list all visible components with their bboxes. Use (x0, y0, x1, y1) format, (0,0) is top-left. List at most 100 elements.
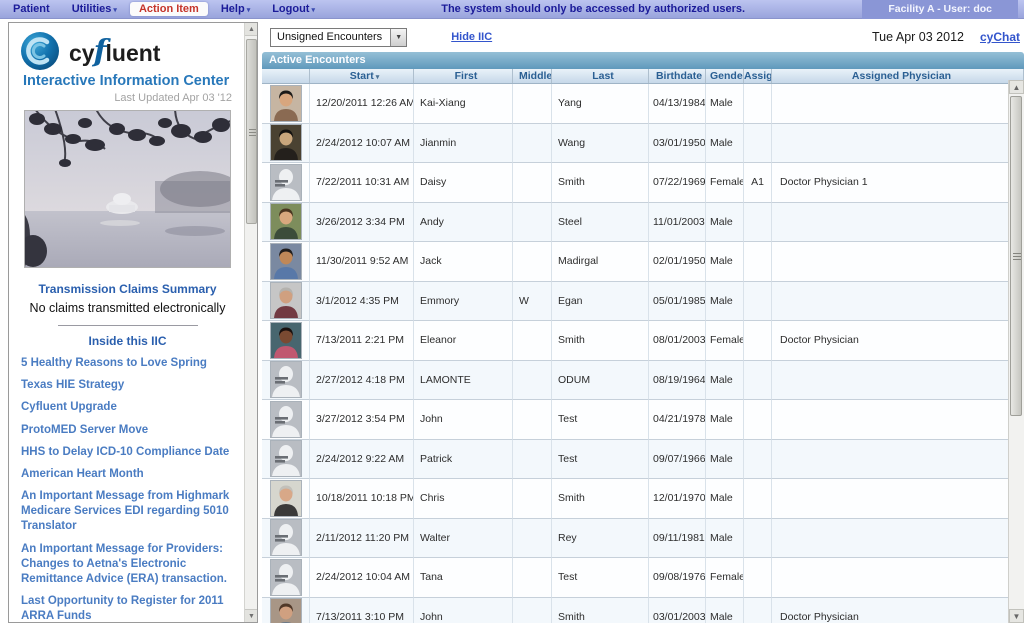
menu-item-action-item[interactable]: Action Item (130, 2, 208, 16)
cell-gender: Male (706, 242, 744, 282)
cell-first: Chris (414, 479, 513, 519)
cell-middle (513, 124, 552, 164)
table-row[interactable]: 2/27/2012 4:18 PMLAMONTEODUM08/19/1964Ma… (262, 361, 1008, 401)
cell-middle (513, 400, 552, 440)
cell-birthdate: 03/01/1950 (649, 124, 706, 164)
encounters-panel: Unsigned Encounters ▼ Hide IIC Tue Apr 0… (262, 22, 1024, 623)
cell-middle (513, 84, 552, 124)
menu-item-utilities[interactable]: Utilities▾ (63, 2, 126, 16)
cell-last: Smith (552, 321, 649, 361)
cell-middle: W (513, 282, 552, 322)
cell-gender: Male (706, 440, 744, 480)
column-header-photo[interactable] (262, 69, 310, 83)
scroll-down-icon[interactable]: ▼ (1009, 609, 1024, 623)
scrollbar-thumb[interactable] (246, 39, 257, 224)
scroll-up-icon[interactable]: ▲ (245, 23, 258, 36)
brand-name: cyfluent (69, 34, 160, 69)
sidebar-link[interactable]: ProtoMED Server Move (21, 423, 238, 438)
cell-birthdate: 05/01/1985 (649, 282, 706, 322)
active-encounters-title-bar: Active Encounters (262, 52, 1024, 69)
cell-physician (772, 84, 1008, 124)
cell-physician (772, 558, 1008, 598)
last-updated-label: Last Updated Apr 03 '12 (9, 89, 246, 110)
cell-physician: Doctor Physician 1 (772, 163, 1008, 203)
table-row[interactable]: 11/30/2011 9:52 AMJackMadirgal02/01/1950… (262, 242, 1008, 282)
facility-user-badge: Facility A - User: doc (862, 0, 1018, 19)
cell-physician (772, 242, 1008, 282)
table-row[interactable]: 7/13/2011 3:10 PMJohnSmith03/01/2003Male… (262, 598, 1008, 623)
cell-gender: Male (706, 203, 744, 243)
transmission-claims-title[interactable]: Transmission Claims Summary (9, 282, 246, 296)
column-header-birthdate[interactable]: Birthdate (649, 69, 706, 83)
cell-first: John (414, 400, 513, 440)
menu-item-help[interactable]: Help▾ (212, 2, 259, 16)
no-image-placeholder (262, 440, 310, 480)
table-header-row: Start▾FirstMiddleLastBirthdateGenderAssi… (262, 69, 1024, 84)
cell-physician (772, 400, 1008, 440)
table-row[interactable]: 3/26/2012 3:34 PMAndySteel11/01/2003Male (262, 203, 1008, 243)
patient-photo (262, 321, 310, 361)
table-row[interactable]: 7/13/2011 2:21 PMEleanorSmith08/01/2003F… (262, 321, 1008, 361)
table-row[interactable]: 3/27/2012 3:54 PMJohnTest04/21/1978Male (262, 400, 1008, 440)
cell-physician (772, 124, 1008, 164)
sidebar-scrollbar[interactable]: ▲ ▼ (244, 23, 257, 622)
table-row[interactable]: 2/11/2012 11:20 PMWalterRey09/11/1981Mal… (262, 519, 1008, 559)
sidebar-link[interactable]: An Important Message for Providers: Chan… (21, 542, 238, 588)
table-row[interactable]: 12/20/2011 12:26 AMKai-XiangYang04/13/19… (262, 84, 1008, 124)
encounter-filter-select[interactable]: Unsigned Encounters ▼ (270, 28, 407, 47)
cell-first: Andy (414, 203, 513, 243)
sidebar-link[interactable]: Last Opportunity to Register for 2011 AR… (21, 594, 238, 623)
cell-middle (513, 203, 552, 243)
sidebar-link[interactable]: 5 Healthy Reasons to Love Spring (21, 356, 238, 371)
cell-middle (513, 479, 552, 519)
column-header-assign[interactable]: Assign (744, 69, 772, 83)
cyfluent-logo-icon (19, 30, 61, 72)
table-row[interactable]: 2/24/2012 10:07 AMJianminWang03/01/1950M… (262, 124, 1008, 164)
sidebar-link[interactable]: HHS to Delay ICD-10 Compliance Date (21, 445, 238, 460)
table-scrollbar[interactable]: ▲ ▼ (1008, 80, 1024, 623)
column-header-gender[interactable]: Gender (706, 69, 744, 83)
sidebar-link[interactable]: Texas HIE Strategy (21, 378, 238, 393)
table-row[interactable]: 7/22/2011 10:31 AMDaisySmith07/22/1969Fe… (262, 163, 1008, 203)
cell-first: Eleanor (414, 321, 513, 361)
patient-photo (262, 84, 310, 124)
cell-gender: Male (706, 598, 744, 623)
hide-iic-link[interactable]: Hide IIC (451, 31, 492, 43)
scroll-up-icon[interactable]: ▲ (1009, 80, 1024, 94)
authorized-users-banner: The system should only be accessed by au… (324, 3, 862, 15)
cell-start: 2/24/2012 9:22 AM (310, 440, 414, 480)
cell-start: 7/13/2011 2:21 PM (310, 321, 414, 361)
chevron-down-icon[interactable]: ▼ (390, 29, 406, 46)
cell-assign (744, 203, 772, 243)
cell-middle (513, 519, 552, 559)
column-header-start[interactable]: Start▾ (310, 69, 414, 83)
cherry-blossom-photo (24, 110, 231, 268)
menu-item-logout[interactable]: Logout▾ (263, 2, 324, 16)
cell-first: Kai-Xiang (414, 84, 513, 124)
cell-start: 7/22/2011 10:31 AM (310, 163, 414, 203)
table-row[interactable]: 3/1/2012 4:35 PMEmmoryWEgan05/01/1985Mal… (262, 282, 1008, 322)
cell-physician (772, 479, 1008, 519)
claims-status-text: No claims transmitted electronically (9, 301, 246, 315)
table-row[interactable]: 2/24/2012 9:22 AMPatrickTest09/07/1966Ma… (262, 440, 1008, 480)
cell-first: Daisy (414, 163, 513, 203)
column-header-first[interactable]: First (414, 69, 513, 83)
menu-item-patient[interactable]: Patient (4, 2, 59, 16)
column-header-assigned-physician[interactable]: Assigned Physician (772, 69, 1024, 83)
cell-start: 2/11/2012 11:20 PM (310, 519, 414, 559)
column-header-middle[interactable]: Middle (513, 69, 552, 83)
cell-physician (772, 361, 1008, 401)
sidebar-link[interactable]: An Important Message from Highmark Medic… (21, 489, 238, 535)
scroll-down-icon[interactable]: ▼ (245, 609, 258, 622)
cell-middle (513, 558, 552, 598)
column-header-last[interactable]: Last (552, 69, 649, 83)
cell-gender: Female (706, 163, 744, 203)
cell-gender: Male (706, 84, 744, 124)
table-row[interactable]: 2/24/2012 10:04 AMTanaTest09/08/1976Fema… (262, 558, 1008, 598)
scrollbar-thumb[interactable] (1010, 96, 1022, 416)
sidebar-link[interactable]: Cyfluent Upgrade (21, 400, 238, 415)
table-row[interactable]: 10/18/2011 10:18 PMChrisSmith12/01/1970M… (262, 479, 1008, 519)
sidebar-link[interactable]: American Heart Month (21, 467, 238, 482)
cell-birthdate: 08/01/2003 (649, 321, 706, 361)
cychat-link[interactable]: cyChat (980, 30, 1020, 44)
